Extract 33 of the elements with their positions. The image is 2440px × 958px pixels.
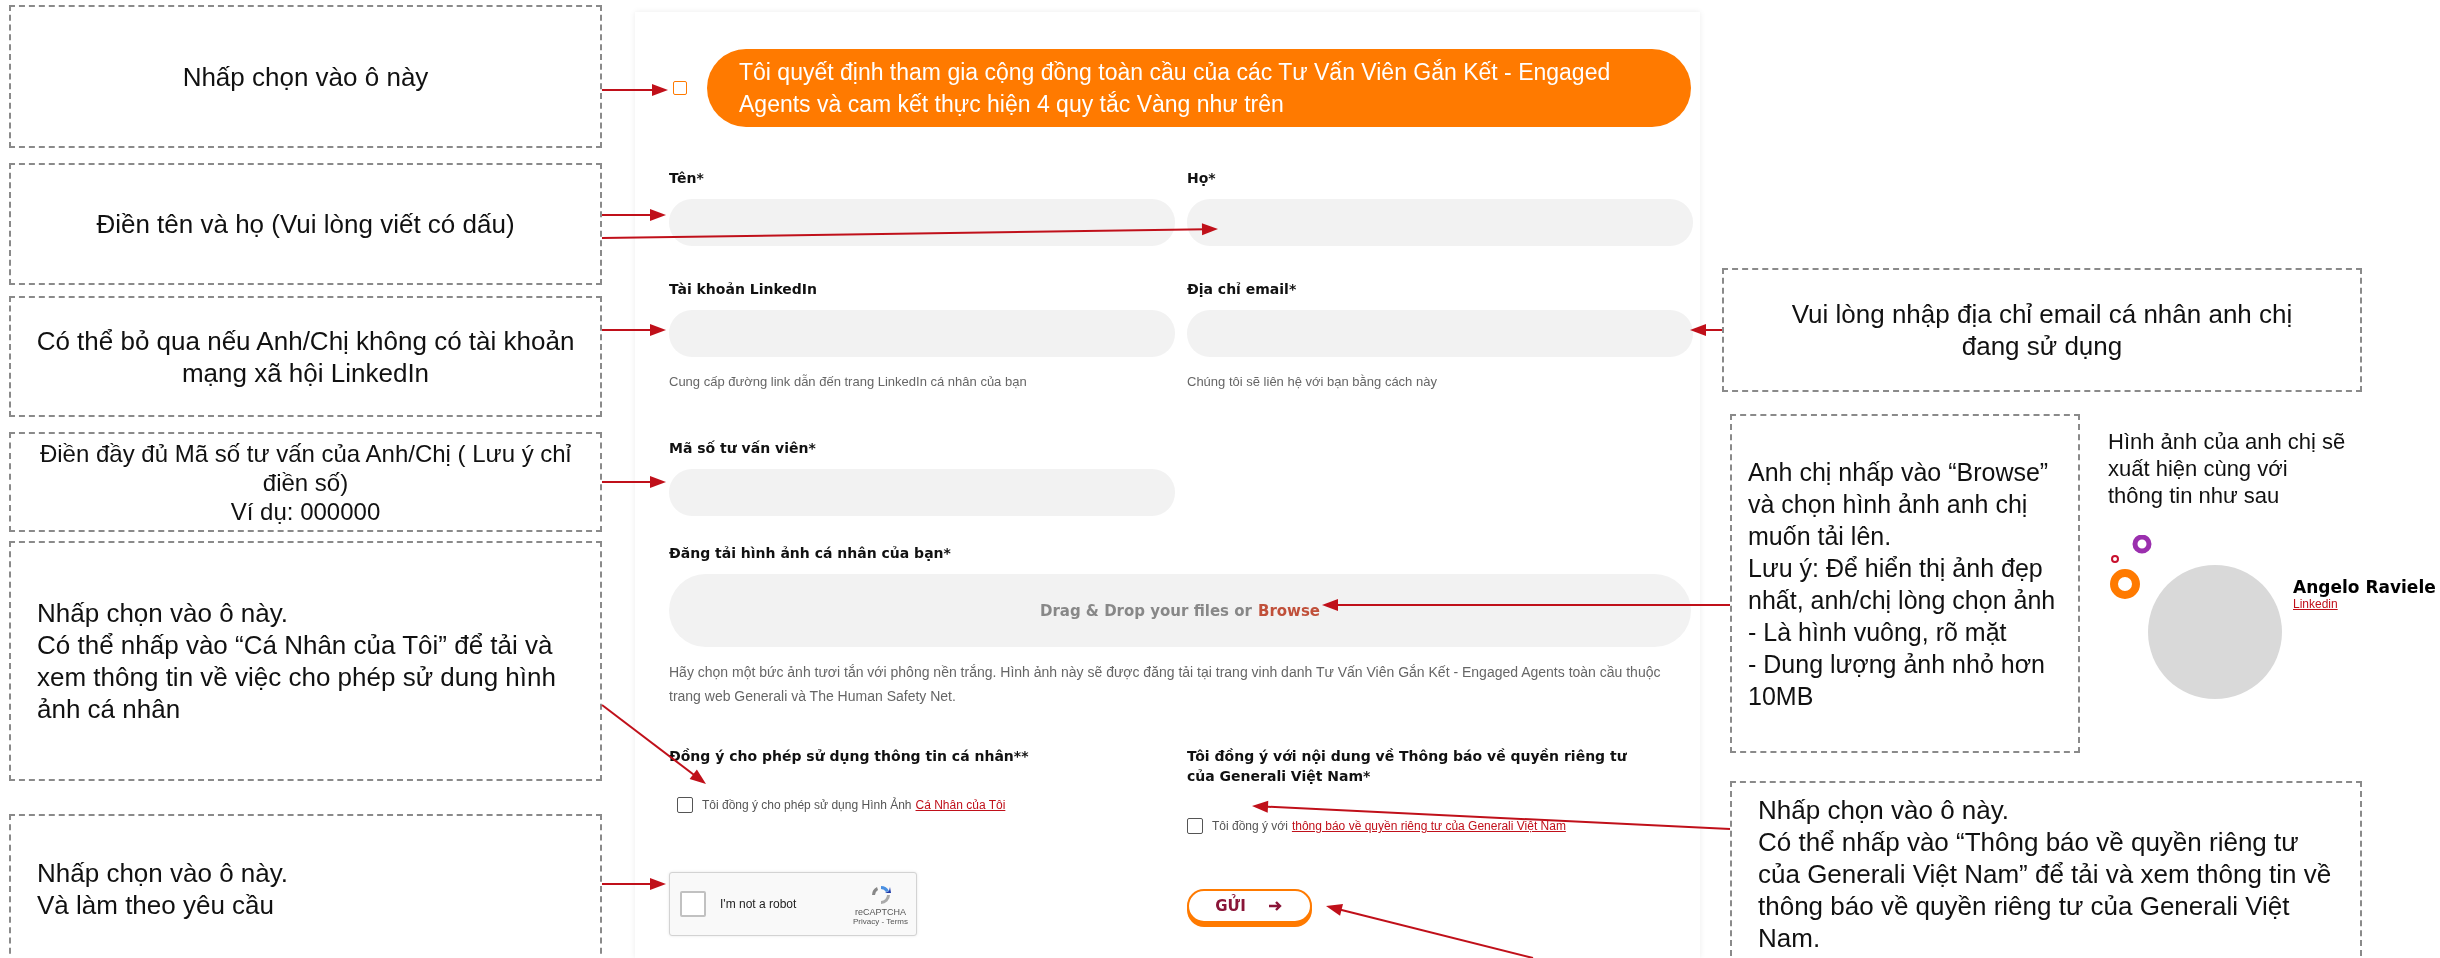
field-label: Đăng tải hình ảnh cá nhân của bạn* xyxy=(669,544,952,562)
profile-name: Angelo Raviele xyxy=(2293,577,2436,597)
browse-link[interactable]: Browse xyxy=(1257,601,1321,620)
annotation-callout: Điền tên và họ (Vui lòng viết có dấu) xyxy=(9,163,602,285)
profile-link[interactable]: Linkedin xyxy=(2293,597,2436,611)
field-label: Địa chỉ email* xyxy=(1187,280,1298,298)
annotation-callout: Nhấp chọn vào ô này xyxy=(9,5,602,148)
agreement-banner: Tôi quyết định tham gia cộng đồng toàn cầu của các Tư Vấn Viên Gắn Kết - Engaged Agents và cam kết thực hiện 4 quy tắc Vàng như trên xyxy=(707,49,1691,127)
annotation-callout: Nhấp chọn vào ô này. Có thể nhấp vào “Cá Nhân của Tôi” để tải và xem thông tin về việc cho phép sử dung hình ảnh cá nhân xyxy=(9,541,602,781)
captcha-brand: reCAPTCHA xyxy=(855,906,906,917)
annotation-callout: Vui lòng nhập địa chỉ email cá nhân anh chị đang sử dụng xyxy=(1722,268,2362,392)
preview-caption: Hình ảnh của anh chị sẽ xuất hiện cùng với thông tin như sau xyxy=(2108,428,2347,509)
file-drop-zone[interactable]: Drag & Drop your files or Browse xyxy=(669,574,1691,647)
annotation-callout: Có thể bỏ qua nếu Anh/Chị không có tài khoản mạng xã hội LinkedIn xyxy=(9,296,602,417)
helper-text: Cung cấp đường link dẫn đến trang LinkedIn cá nhân của bạn xyxy=(669,374,1028,389)
field-label: Tài khoản LinkedIn xyxy=(669,280,819,298)
consent-label: Đồng ý cho phép sử dụng thông tin cá nhân** xyxy=(669,747,1030,766)
captcha-links[interactable]: Privacy - Terms xyxy=(853,916,908,926)
annotation-callout: Điền đầy đủ Mã số tư vấn của Anh/Chị ( Lưu ý chỉ điền số) Ví dụ: 000000 xyxy=(9,432,602,532)
annotation-callout: Anh chị nhấp vào “Browse” và chọn hình ảnh anh chị muốn tải lên. Lưu ý: Để hiển thị ảnh đẹp nhất, anh/chị lòng chọn ảnh - Là hình vuông, rõ mặt - Dung lượng ảnh nhỏ hơn 10MB xyxy=(1730,414,2080,753)
field-label: Tên* xyxy=(669,169,705,187)
helper-text: Chúng tôi sẽ liên hệ với bạn bằng cách này xyxy=(1187,374,1438,389)
consent-link[interactable]: Cá Nhân của Tôi xyxy=(915,798,1006,812)
consent-link[interactable]: thông báo về quyền riêng tư của Generali Việt Nam xyxy=(1291,819,1566,833)
annotation-callout: Nhấp chọn vào ô này. Có thể nhấp vào “Thông báo về quyền riêng tư của Generali Việt Nam” để tải và xem thông tin về thông báo về quyền riêng tư của Generali Việt Nam. xyxy=(1730,781,2362,958)
field-label: Họ* xyxy=(1187,169,1217,187)
consent-text: Tôi đồng ý với xyxy=(1212,819,1288,833)
field-label: Mã số tư vấn viên* xyxy=(669,439,817,457)
consent-text: Tôi đồng ý cho phép sử dụng Hình Ảnh xyxy=(702,798,912,812)
consent-label: Tôi đồng ý với nội dung về Thông báo về quyền riêng tư của Generali Việt Nam* xyxy=(1187,747,1628,786)
helper-text: Hãy chọn một bức ảnh tươi tắn với phông nền trắng. Hình ảnh này sẽ được đăng tải tại trang vinh danh Tư Vấn Viên Gắn Kết - Engaged Agents toàn cầu thuộc trang web Generali và The Human Safety Net. xyxy=(669,663,1662,706)
drop-hint: Drag & Drop your files or xyxy=(1039,601,1252,620)
captcha-label: I'm not a robot xyxy=(720,897,798,911)
